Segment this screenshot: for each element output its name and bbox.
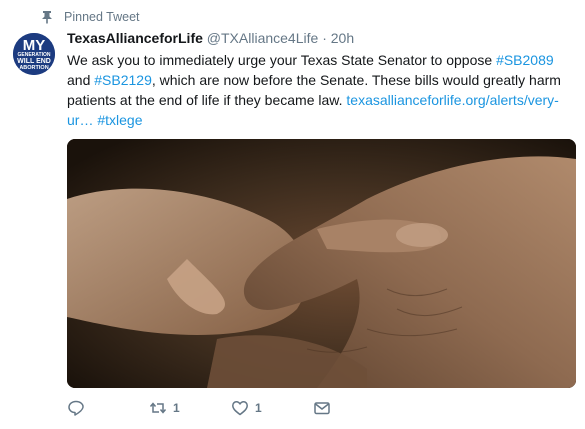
direct-message-button[interactable] <box>313 399 331 417</box>
pinned-label: Pinned Tweet <box>64 10 140 24</box>
pinned-tweet-indicator: Pinned Tweet <box>40 10 140 24</box>
like-count: 1 <box>255 401 262 415</box>
hashtag-txlege[interactable]: #txlege <box>97 112 142 128</box>
retweet-button[interactable]: 1 <box>149 399 231 417</box>
like-button[interactable]: 1 <box>231 399 313 417</box>
hashtag-sb2129[interactable]: #SB2129 <box>94 72 152 88</box>
author-display-name[interactable]: TexasAllianceforLife <box>67 30 203 46</box>
envelope-icon <box>314 402 330 415</box>
hashtag-sb2089[interactable]: #SB2089 <box>496 52 554 68</box>
tweet-text: We ask you to immediately urge your Texa… <box>67 50 575 130</box>
tweet-text-part-2: and <box>67 72 95 88</box>
tweet-actions: 1 1 <box>67 399 331 417</box>
avatar-text-abortion: ABORTION <box>19 65 48 71</box>
reply-button[interactable] <box>67 399 149 417</box>
tweet-timestamp[interactable]: 20h <box>331 30 354 46</box>
author-handle[interactable]: @TXAlliance4Life <box>207 30 319 46</box>
retweet-count: 1 <box>173 401 180 415</box>
header-separator: · <box>322 30 327 46</box>
avatar-text-will-end: WILL END <box>17 58 51 65</box>
hands-photo-image <box>67 139 576 388</box>
heart-icon <box>232 401 248 416</box>
avatar-logo: MY GENERATION WILL END ABORTION <box>13 33 55 75</box>
pin-icon <box>42 11 52 24</box>
tweet-header: TexasAllianceforLife @TXAlliance4Life · … <box>67 30 354 46</box>
avatar[interactable]: MY GENERATION WILL END ABORTION <box>13 33 55 75</box>
reply-icon <box>68 400 84 416</box>
tweet-text-part-1: We ask you to immediately urge your Texa… <box>67 52 497 68</box>
retweet-icon <box>149 402 167 414</box>
tweet-media-photo[interactable] <box>67 139 576 388</box>
